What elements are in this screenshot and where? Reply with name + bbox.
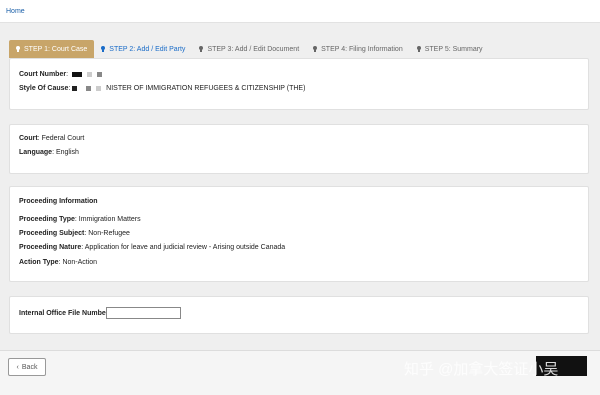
file-number-row: Internal Office File Number: [19, 310, 110, 317]
court-row: Court: Federal Court [19, 135, 85, 142]
map-pin-icon [199, 46, 204, 52]
proceeding-nature-label: Proceeding Nature [19, 244, 82, 251]
map-pin-icon [101, 46, 106, 52]
court-label: Court [19, 135, 38, 142]
redacted-block [71, 71, 82, 77]
case-panel: Court Number: Style Of Cause: NISTER OF … [9, 58, 589, 110]
action-type-row: Action Type: Non-Action [19, 259, 98, 266]
tab-label: STEP 4: Filing Information [321, 45, 403, 53]
proceeding-nature-row: Proceeding Nature: Application for leave… [19, 244, 286, 251]
tab-label: STEP 1: Court Case [24, 45, 88, 53]
tab-label: STEP 3: Add / Edit Document [207, 45, 300, 53]
proceeding-heading: Proceeding Information [19, 198, 98, 205]
language-label: Language [19, 149, 53, 156]
top-bar: Home [0, 0, 600, 23]
proceeding-subject-label: Proceeding Subject [19, 230, 85, 237]
tab-label: STEP 2: Add / Edit Party [109, 45, 186, 53]
proceeding-type-row: Proceeding Type: Immigration Matters [19, 216, 141, 223]
map-pin-icon [313, 46, 318, 52]
tab-step-5: STEP 5: Summary [410, 40, 490, 58]
action-type-label: Action Type [19, 259, 59, 266]
proceeding-type-label: Proceeding Type [19, 216, 75, 223]
action-type-value: Non-Action [62, 259, 98, 266]
redacted-block [72, 85, 78, 91]
file-number-label: Internal Office File Number [19, 310, 109, 317]
proceeding-type-value: Immigration Matters [78, 216, 141, 223]
proceeding-subject-row: Proceeding Subject: Non-Refugee [19, 230, 130, 237]
language-value: English [55, 149, 79, 156]
proceeding-nature-value: Application for leave and judicial revie… [84, 244, 286, 251]
office-panel: Internal Office File Number: [9, 296, 589, 334]
style-of-cause-label: Style Of Cause [19, 85, 69, 92]
redacted-block [86, 85, 92, 91]
back-label: Back [21, 363, 38, 371]
redacted-block [86, 71, 92, 77]
map-pin-icon [16, 46, 20, 52]
proceeding-subject-value: Non-Refugee [88, 230, 130, 237]
court-value: Federal Court [41, 135, 85, 142]
tab-label: STEP 5: Summary [424, 45, 483, 53]
redacted-block [96, 71, 102, 77]
tab-step-2[interactable]: STEP 2: Add / Edit Party [94, 40, 192, 58]
back-button[interactable]: ‹ Back [8, 358, 46, 376]
language-row: Language: English [19, 149, 79, 156]
court-number-row: Court Number: [19, 71, 102, 78]
tab-step-3: STEP 3: Add / Edit Document [192, 40, 306, 58]
home-link[interactable]: Home [6, 8, 25, 15]
chevron-left-icon: ‹ [16, 363, 19, 371]
court-number-label: Court Number [19, 71, 67, 78]
redacted-block [96, 85, 102, 91]
internal-office-file-number-input[interactable] [106, 307, 181, 319]
court-panel: Court: Federal Court Language: English [9, 124, 589, 174]
tab-step-1[interactable]: STEP 1: Court Case [9, 40, 95, 58]
step-tabs: STEP 1: Court Case STEP 2: Add / Edit Pa… [9, 40, 490, 58]
watermark-text: 知乎 @加拿大签证小吴 [404, 361, 559, 378]
style-of-cause-value: NISTER OF IMMIGRATION REFUGEES & CITIZEN… [106, 85, 306, 92]
tab-step-4: STEP 4: Filing Information [306, 40, 410, 58]
style-of-cause-row: Style Of Cause: NISTER OF IMMIGRATION RE… [19, 85, 306, 92]
map-pin-icon [416, 46, 421, 52]
proceeding-panel: Proceeding Information Proceeding Type: … [9, 186, 589, 282]
